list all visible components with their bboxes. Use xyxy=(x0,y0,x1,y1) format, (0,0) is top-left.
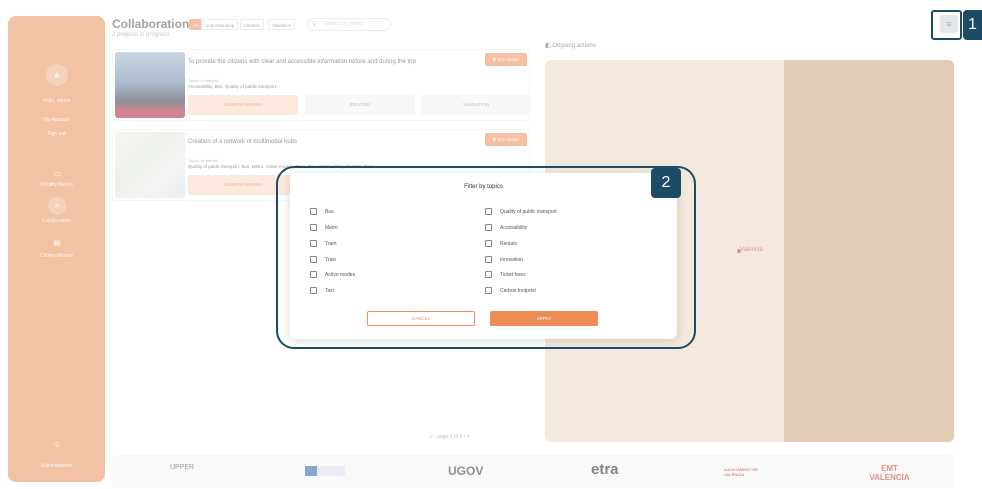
app-root: ● Hello, admin My Account Sign out ▭ Mob… xyxy=(0,0,982,489)
annotation-badge-2: 2 xyxy=(651,168,681,198)
highlight-frame-1 xyxy=(931,10,962,40)
highlight-frame-2 xyxy=(276,166,696,349)
annotation-badge-1: 1 xyxy=(963,10,982,40)
